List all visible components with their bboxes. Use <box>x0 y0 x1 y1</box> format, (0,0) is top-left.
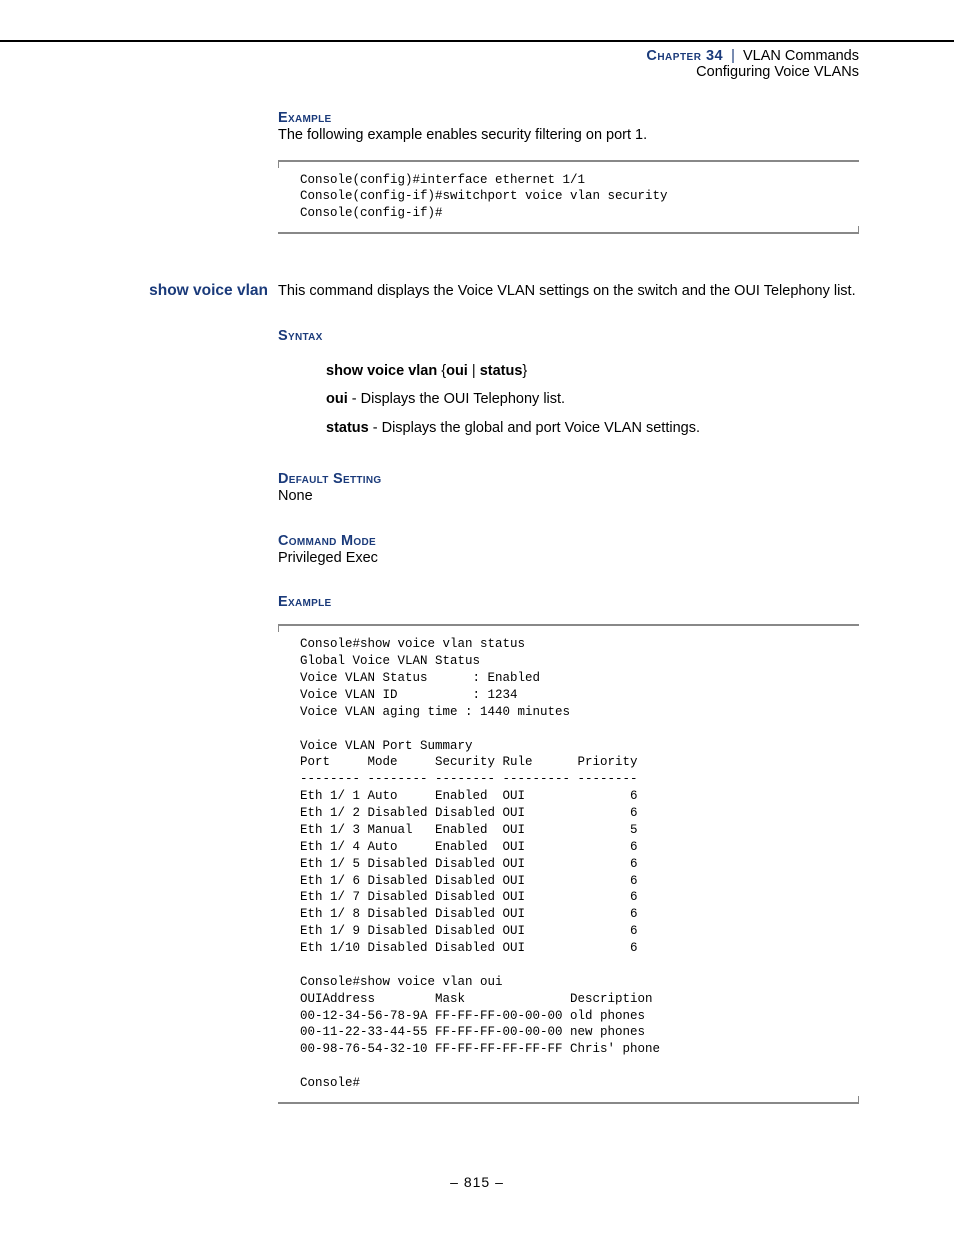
header-subtitle: Configuring Voice VLANs <box>0 64 859 80</box>
syntax-cmd: show voice vlan <box>326 363 437 379</box>
command-side-label: show voice vlan <box>110 282 268 300</box>
syntax-def-oui-bold: oui <box>326 391 348 407</box>
syntax-def-status: status - Displays the global and port Vo… <box>326 417 859 439</box>
page-header: Chapter 34 | VLAN Commands Configuring V… <box>0 42 954 80</box>
syntax-heading: Syntax <box>278 328 859 344</box>
code-block-2: Console#show voice vlan status Global Vo… <box>278 624 859 1104</box>
code-content-1: Console(config)#interface ethernet 1/1 C… <box>300 172 859 223</box>
code-block-1: Console(config)#interface ethernet 1/1 C… <box>278 160 859 235</box>
syntax-pipe: | <box>472 363 476 379</box>
syntax-opt-status: status <box>480 363 523 379</box>
syntax-line: show voice vlan {oui | status} <box>326 360 859 382</box>
default-setting-heading: Default Setting <box>278 471 859 487</box>
command-mode-heading: Command Mode <box>278 533 859 549</box>
example-heading-2: Example <box>278 594 859 610</box>
syntax-opt-oui: oui <box>446 363 468 379</box>
chapter-title: VLAN Commands <box>743 48 859 64</box>
page-footer: – 815 – <box>0 1104 954 1210</box>
command-mode-value: Privileged Exec <box>278 549 859 569</box>
default-setting-value: None <box>278 487 859 507</box>
syntax-def-oui-text: - Displays the OUI Telephony list. <box>348 391 565 407</box>
syntax-def-oui: oui - Displays the OUI Telephony list. <box>326 388 859 410</box>
example-text-1: The following example enables security f… <box>278 126 859 146</box>
command-intro: This command displays the Voice VLAN set… <box>278 282 859 302</box>
syntax-def-status-text: - Displays the global and port Voice VLA… <box>369 420 700 436</box>
syntax-def-status-bold: status <box>326 420 369 436</box>
chapter-number: Chapter 34 <box>646 48 723 64</box>
brace-close: } <box>522 363 527 379</box>
code-content-2: Console#show voice vlan status Global Vo… <box>300 636 859 1092</box>
example-heading-1: Example <box>278 110 859 126</box>
header-separator: | <box>727 48 739 64</box>
